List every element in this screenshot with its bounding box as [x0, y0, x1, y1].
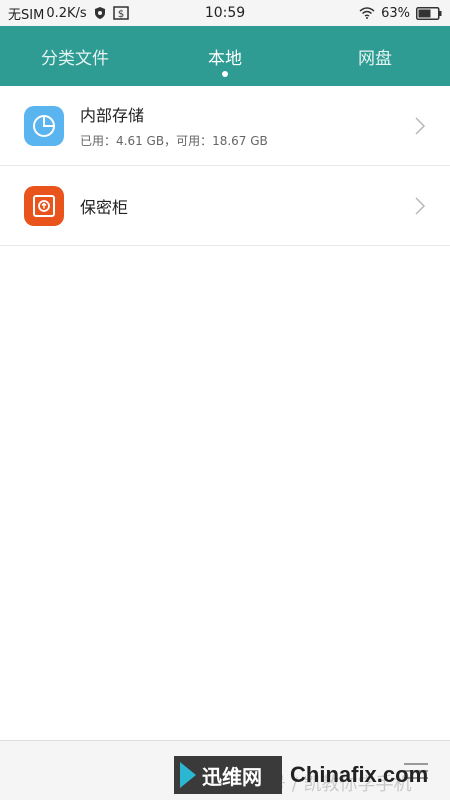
item-text: 保密柜 [80, 194, 128, 218]
tab-categories[interactable]: 分类文件 [0, 26, 150, 86]
list-item-safe-box[interactable]: 保密柜 [0, 166, 450, 246]
item-title: 保密柜 [80, 197, 129, 217]
arrow-logo-icon [180, 762, 196, 788]
wifi-icon [359, 7, 375, 19]
active-tab-indicator [222, 71, 228, 77]
status-bar: 无SIM 0.2K/s $ 10:59 63% [0, 0, 450, 26]
watermark-cn: 迅维网 [202, 764, 262, 789]
safe-icon [24, 185, 64, 226]
storage-list: 内部存储 已用：4.61 GB，可用：18.67 GB 保密柜 [0, 86, 450, 246]
network-speed: 0.2K/s [46, 5, 87, 21]
watermark-en: Chinafix.com [290, 762, 429, 787]
tab-label: 本地 [208, 48, 242, 69]
pie-chart-icon [24, 105, 64, 146]
item-text: 内部存储 已用：4.61 GB，可用：18.67 GB [80, 102, 268, 149]
tab-cloud-drive[interactable]: 网盘 [300, 26, 450, 86]
watermark-logo: 迅维网 [174, 756, 282, 794]
item-subtitle: 已用：4.61 GB，可用：18.67 GB [80, 134, 268, 148]
chevron-right-icon [415, 196, 426, 215]
dollar-box-icon: $ [112, 6, 129, 20]
status-right: 63% [359, 6, 442, 21]
item-title: 内部存储 [80, 106, 145, 125]
shield-icon [93, 6, 107, 20]
status-left: 无SIM 0.2K/s $ [8, 4, 129, 23]
battery-icon [416, 6, 442, 20]
chevron-right-icon [415, 116, 426, 135]
battery-percent: 63% [381, 5, 410, 21]
tab-local[interactable]: 本地 [150, 26, 300, 86]
tab-header: 分类文件 本地 网盘 [0, 26, 450, 86]
watermark: 迅维网 Chinafix.com [174, 756, 444, 794]
svg-text:$: $ [117, 9, 123, 20]
carrier-text: 无SIM [8, 7, 45, 23]
tab-label: 网盘 [358, 48, 392, 69]
list-item-internal-storage[interactable]: 内部存储 已用：4.61 GB，可用：18.67 GB [0, 86, 450, 166]
tab-label: 分类文件 [41, 48, 109, 69]
